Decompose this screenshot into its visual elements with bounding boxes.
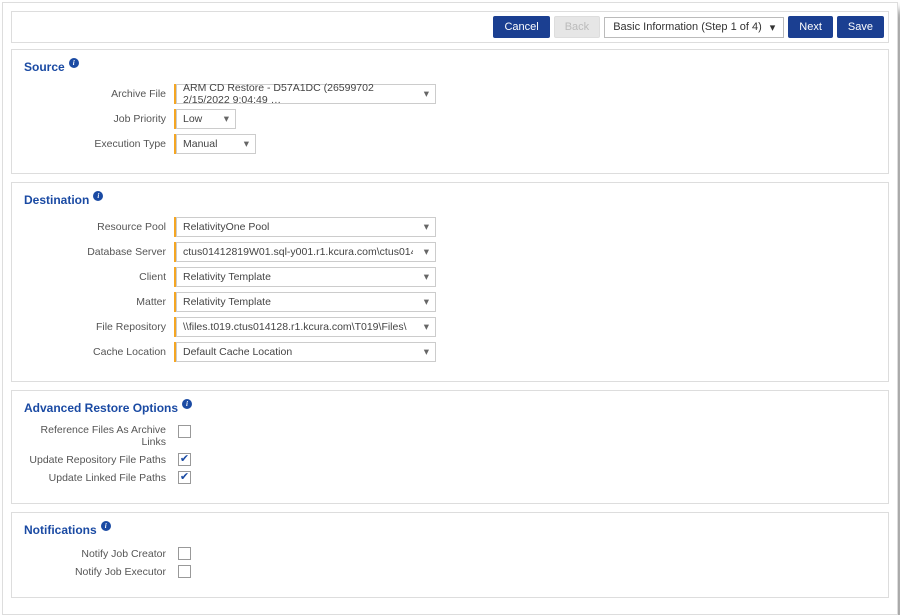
matter-label: Matter bbox=[24, 296, 174, 308]
advanced-title: Advanced Restore Options bbox=[24, 401, 178, 415]
cache-select[interactable]: Default Cache Location ▾ bbox=[176, 342, 436, 362]
advanced-section: Advanced Restore Options i Reference Fil… bbox=[11, 390, 889, 504]
info-icon[interactable]: i bbox=[69, 58, 79, 68]
info-icon[interactable]: i bbox=[93, 191, 103, 201]
chevron-down-icon: ▾ bbox=[770, 21, 776, 34]
notify-executor-label: Notify Job Executor bbox=[24, 566, 174, 578]
update-linked-paths-checkbox[interactable] bbox=[178, 471, 191, 484]
info-icon[interactable]: i bbox=[101, 521, 111, 531]
notify-executor-checkbox[interactable] bbox=[178, 565, 191, 578]
update-linked-paths-label: Update Linked File Paths bbox=[24, 472, 174, 484]
update-repo-paths-label: Update Repository File Paths bbox=[24, 454, 174, 466]
database-server-label: Database Server bbox=[24, 246, 174, 258]
info-icon[interactable]: i bbox=[182, 399, 192, 409]
chevron-down-icon: ▾ bbox=[234, 138, 249, 150]
source-section: Source i Archive File ARM CD Restore - D… bbox=[11, 49, 889, 174]
resource-pool-label: Resource Pool bbox=[24, 221, 174, 233]
archive-file-select[interactable]: ARM CD Restore - D57A1DC (26599702 2/15/… bbox=[176, 84, 436, 104]
execution-type-label: Execution Type bbox=[24, 138, 174, 150]
notify-creator-checkbox[interactable] bbox=[178, 547, 191, 560]
back-button: Back bbox=[554, 16, 600, 38]
chevron-down-icon: ▾ bbox=[414, 221, 429, 233]
matter-select[interactable]: Relativity Template ▾ bbox=[176, 292, 436, 312]
chevron-down-icon: ▾ bbox=[414, 296, 429, 308]
chevron-down-icon: ▾ bbox=[414, 88, 429, 100]
client-label: Client bbox=[24, 271, 174, 283]
ref-files-checkbox[interactable] bbox=[178, 425, 191, 438]
destination-section: Destination i Resource Pool RelativityOn… bbox=[11, 182, 889, 382]
ref-files-label: Reference Files As Archive Links bbox=[24, 424, 174, 448]
notify-creator-label: Notify Job Creator bbox=[24, 548, 174, 560]
cache-label: Cache Location bbox=[24, 346, 174, 358]
file-repo-select[interactable]: \\files.t019.ctus014128.r1.kcura.com\T01… bbox=[176, 317, 436, 337]
chevron-down-icon: ▾ bbox=[414, 271, 429, 283]
file-repo-label: File Repository bbox=[24, 321, 174, 333]
client-select[interactable]: Relativity Template ▾ bbox=[176, 267, 436, 287]
notifications-section: Notifications i Notify Job Creator Notif… bbox=[11, 512, 889, 598]
chevron-down-icon: ▾ bbox=[214, 113, 229, 125]
chevron-down-icon: ▾ bbox=[414, 246, 429, 258]
save-button[interactable]: Save bbox=[837, 16, 884, 38]
destination-title: Destination bbox=[24, 193, 89, 207]
cancel-button[interactable]: Cancel bbox=[493, 16, 549, 38]
chevron-down-icon: ▾ bbox=[414, 321, 429, 333]
archive-file-label: Archive File bbox=[24, 88, 174, 100]
execution-type-select[interactable]: Manual ▾ bbox=[176, 134, 256, 154]
resource-pool-select[interactable]: RelativityOne Pool ▾ bbox=[176, 217, 436, 237]
source-title: Source bbox=[24, 60, 65, 74]
step-dropdown[interactable]: Basic Information (Step 1 of 4) ▾ bbox=[604, 17, 784, 38]
notifications-title: Notifications bbox=[24, 523, 97, 537]
top-toolbar: Cancel Back Basic Information (Step 1 of… bbox=[11, 11, 889, 43]
step-dropdown-label: Basic Information (Step 1 of 4) bbox=[613, 21, 762, 33]
database-server-select[interactable]: ctus01412819W01.sql-y001.r1.kcura.com\ct… bbox=[176, 242, 436, 262]
job-priority-label: Job Priority bbox=[24, 113, 174, 125]
job-priority-select[interactable]: Low ▾ bbox=[176, 109, 236, 129]
update-repo-paths-checkbox[interactable] bbox=[178, 453, 191, 466]
next-button[interactable]: Next bbox=[788, 16, 833, 38]
chevron-down-icon: ▾ bbox=[414, 346, 429, 358]
